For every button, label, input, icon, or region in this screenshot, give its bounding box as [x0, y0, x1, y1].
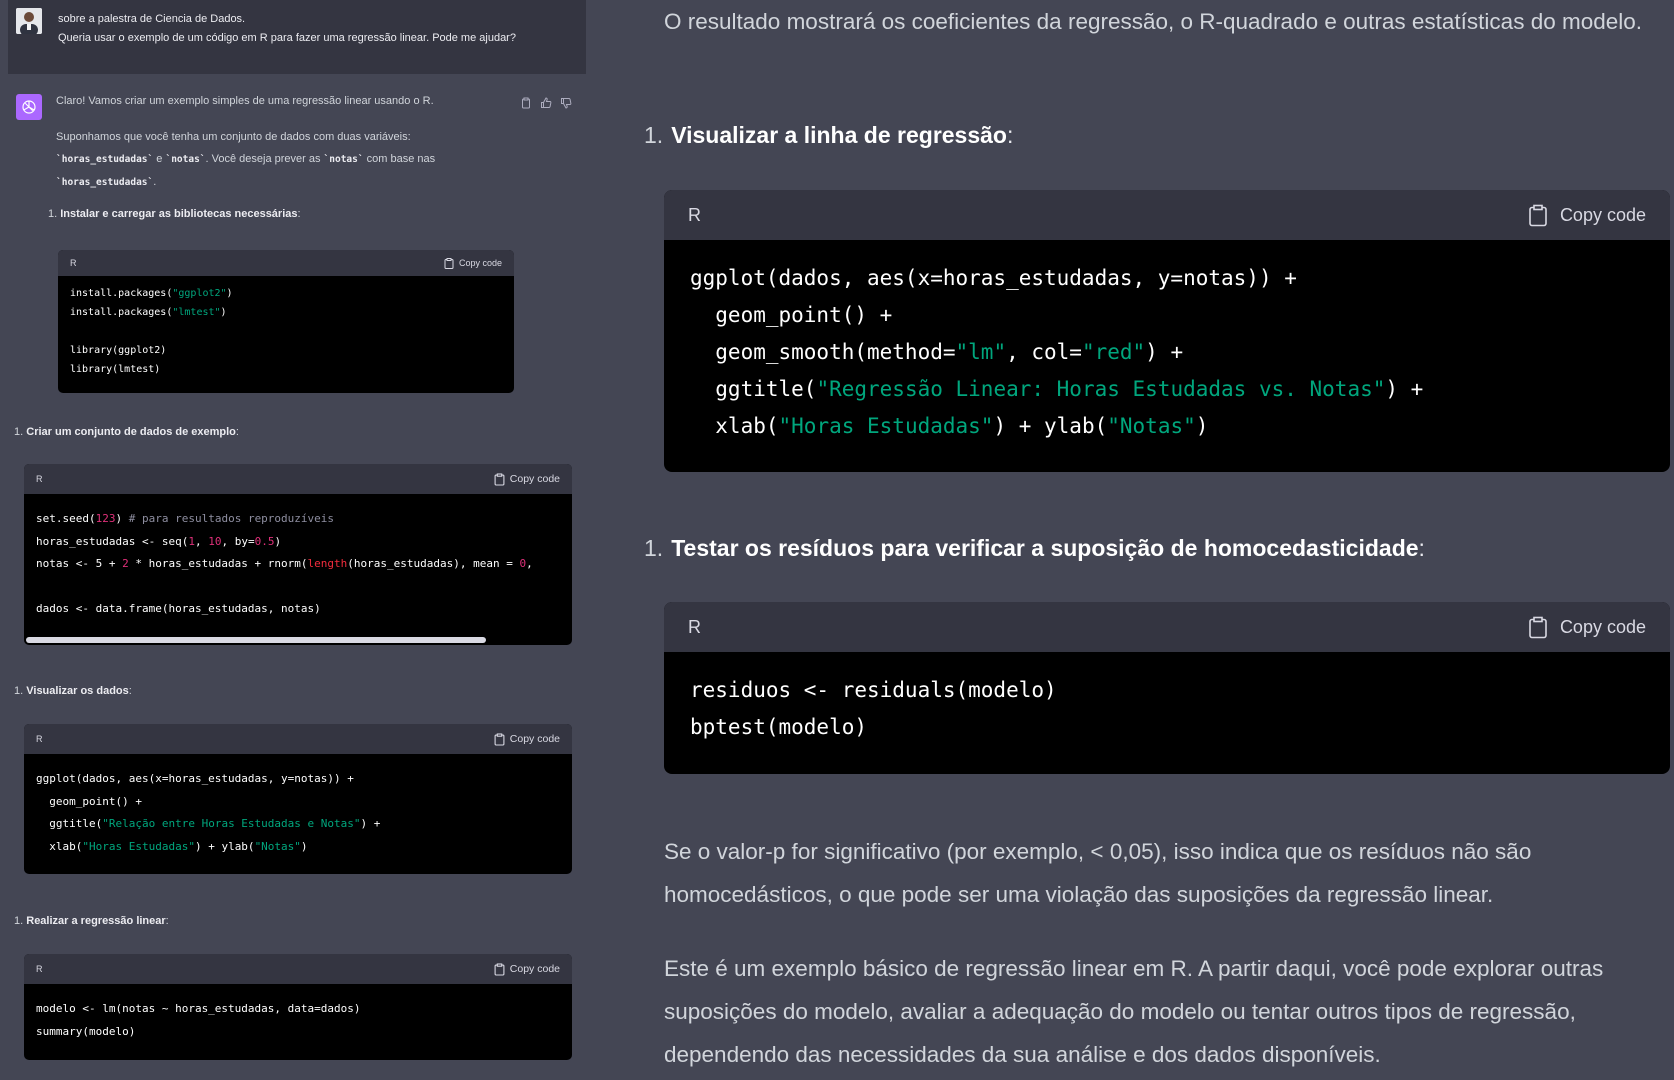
- thumbs-up-icon[interactable]: [540, 96, 552, 108]
- code-block-header: R Copy code: [24, 464, 572, 494]
- step-title: Visualizar a linha de regressão: [671, 122, 1007, 148]
- code-language: R: [688, 616, 701, 637]
- step-number: 1.: [48, 208, 58, 220]
- copy-message-icon[interactable]: [520, 96, 532, 109]
- code-block-testar-residuos: R Copy code residuos <- residuals(modelo…: [664, 602, 1670, 774]
- step-colon: :: [297, 208, 301, 220]
- step-number: 1.: [644, 535, 664, 561]
- result-description: O resultado mostrará os coeficientes da …: [664, 9, 1643, 34]
- code-block-regressao: R Copy code modelo <- lm(notas ~ horas_e…: [24, 954, 572, 1060]
- code-content: residuos <- residuals(modelo) bptest(mod…: [690, 678, 1057, 739]
- step-regressao: 1. Realizar a regressão linear:: [14, 910, 169, 932]
- step-colon: :: [1006, 122, 1014, 148]
- step-testar-residuos: 1. Testar os resíduos para verificar a su…: [644, 535, 1425, 562]
- user-message: sobre a palestra de Ciencia de Dados. Qu…: [8, 0, 586, 74]
- copy-code-button[interactable]: Copy code: [494, 472, 560, 486]
- paragraph-text-d: .: [153, 176, 157, 188]
- step-install: 1. Instalar e carregar as bibliotecas ne…: [48, 203, 301, 225]
- assistant-paragraph: Suponhamos que você tenha um conjunto de…: [56, 126, 526, 194]
- openai-logo-icon: [22, 100, 36, 114]
- code-language: R: [70, 258, 77, 268]
- paragraph-text-c: com base nas: [363, 153, 436, 165]
- p-value-explanation: Se o valor-p for significativo (por exem…: [664, 839, 1532, 907]
- paragraph-text-e: e: [153, 153, 166, 165]
- step-colon: :: [235, 426, 239, 438]
- code-block-header: R Copy code: [58, 250, 514, 276]
- step-title: Testar os resíduos para verificar a supo…: [671, 535, 1419, 561]
- inline-code-notas: `notas`: [165, 154, 206, 165]
- code-block-header: R Copy code: [24, 724, 572, 754]
- chat-left-panel: sobre a palestra de Ciencia de Dados. Qu…: [0, 0, 586, 1080]
- assistant-intro: Claro! Vamos criar um exemplo simples de…: [56, 95, 434, 107]
- horizontal-scrollbar[interactable]: [26, 637, 486, 643]
- code-block-header: R Copy code: [664, 602, 1670, 652]
- assistant-avatar: [16, 94, 42, 120]
- paragraph-text-a: Suponhamos que você tenha um conjunto de…: [56, 131, 411, 143]
- code-content: ggplot(dados, aes(x=horas_estudadas, y=n…: [690, 266, 1424, 438]
- step-number: 1.: [14, 915, 24, 927]
- copy-code-button[interactable]: Copy code: [444, 257, 502, 269]
- code-content: ggplot(dados, aes(x=horas_estudadas, y=n…: [36, 772, 381, 853]
- copy-code-label: Copy code: [1559, 616, 1646, 637]
- step-colon: :: [1418, 535, 1425, 561]
- code-content: install.packages("ggplot2") install.pack…: [70, 288, 233, 375]
- clipboard-icon: [444, 257, 454, 269]
- copy-code-label: Copy code: [509, 473, 560, 485]
- copy-code-button[interactable]: Copy code: [494, 962, 560, 976]
- clipboard-icon: [494, 732, 505, 746]
- user-message-line1: sobre a palestra de Ciencia de Dados.: [58, 13, 246, 25]
- user-message-text: sobre a palestra de Ciencia de Dados. Qu…: [58, 10, 578, 48]
- code-block-install: R Copy code install.packages("ggplot2") …: [58, 250, 514, 393]
- copy-code-label: Copy code: [1559, 204, 1646, 225]
- code-block-header: R Copy code: [664, 190, 1670, 240]
- step-title: Realizar a regressão linear: [26, 915, 166, 927]
- step-colon: :: [165, 915, 169, 927]
- user-message-line2: Queria usar o exemplo de um código em R …: [58, 32, 516, 44]
- step-number: 1.: [14, 426, 24, 438]
- code-block-header: R Copy code: [24, 954, 572, 984]
- step-visualizar-linha: 1. Visualizar a linha de regressão:: [644, 122, 1013, 149]
- clipboard-icon: [1529, 204, 1547, 226]
- clipboard-icon: [494, 962, 505, 976]
- step-title: Visualizar os dados: [26, 685, 129, 697]
- code-language: R: [688, 204, 701, 225]
- step-visualizar-dados: 1. Visualizar os dados:: [14, 680, 132, 702]
- copy-code-button[interactable]: Copy code: [1528, 616, 1646, 639]
- code-language: R: [36, 964, 43, 974]
- step-title: Criar um conjunto de dados de exemplo: [26, 426, 236, 438]
- code-content: modelo <- lm(notas ~ horas_estudadas, da…: [36, 1002, 361, 1038]
- inline-code-notas-2: `notas`: [323, 154, 364, 165]
- clipboard-icon: [1529, 616, 1547, 638]
- copy-code-button[interactable]: Copy code: [1528, 204, 1646, 227]
- user-avatar: [16, 8, 42, 34]
- copy-code-label: Copy code: [509, 733, 560, 745]
- step-criar: 1. Criar um conjunto de dados de exemplo…: [14, 421, 239, 443]
- paragraph-text-b: . Você deseja prever as: [205, 153, 324, 165]
- thumbs-down-icon[interactable]: [560, 96, 572, 109]
- copy-code-button[interactable]: Copy code: [494, 732, 560, 746]
- step-title: Instalar e carregar as bibliotecas neces…: [60, 208, 298, 220]
- inline-code-horas: `horas_estudadas`: [56, 154, 154, 165]
- message-actions: [520, 96, 572, 109]
- copy-code-label: Copy code: [509, 963, 560, 975]
- step-number: 1.: [644, 122, 664, 148]
- code-block-criar: R Copy code set.seed(123) # para resulta…: [24, 464, 572, 645]
- step-colon: :: [128, 685, 132, 697]
- code-content: set.seed(123) # para resultados reproduz…: [36, 512, 533, 615]
- code-language: R: [36, 734, 43, 744]
- inline-code-horas-2: `horas_estudadas`: [56, 177, 154, 188]
- clipboard-icon: [494, 472, 505, 486]
- code-block-visualizar-linha: R Copy code ggplot(dados, aes(x=horas_es…: [664, 190, 1670, 472]
- final-summary: Este é um exemplo básico de regressão li…: [664, 956, 1604, 1067]
- step-number: 1.: [14, 685, 24, 697]
- copy-code-label: Copy code: [458, 258, 502, 268]
- chat-right-panel-zoomed: O resultado mostrará os coeficientes da …: [586, 0, 1674, 1080]
- code-block-visualizar-dados: R Copy code ggplot(dados, aes(x=horas_es…: [24, 724, 572, 874]
- code-language: R: [36, 474, 43, 484]
